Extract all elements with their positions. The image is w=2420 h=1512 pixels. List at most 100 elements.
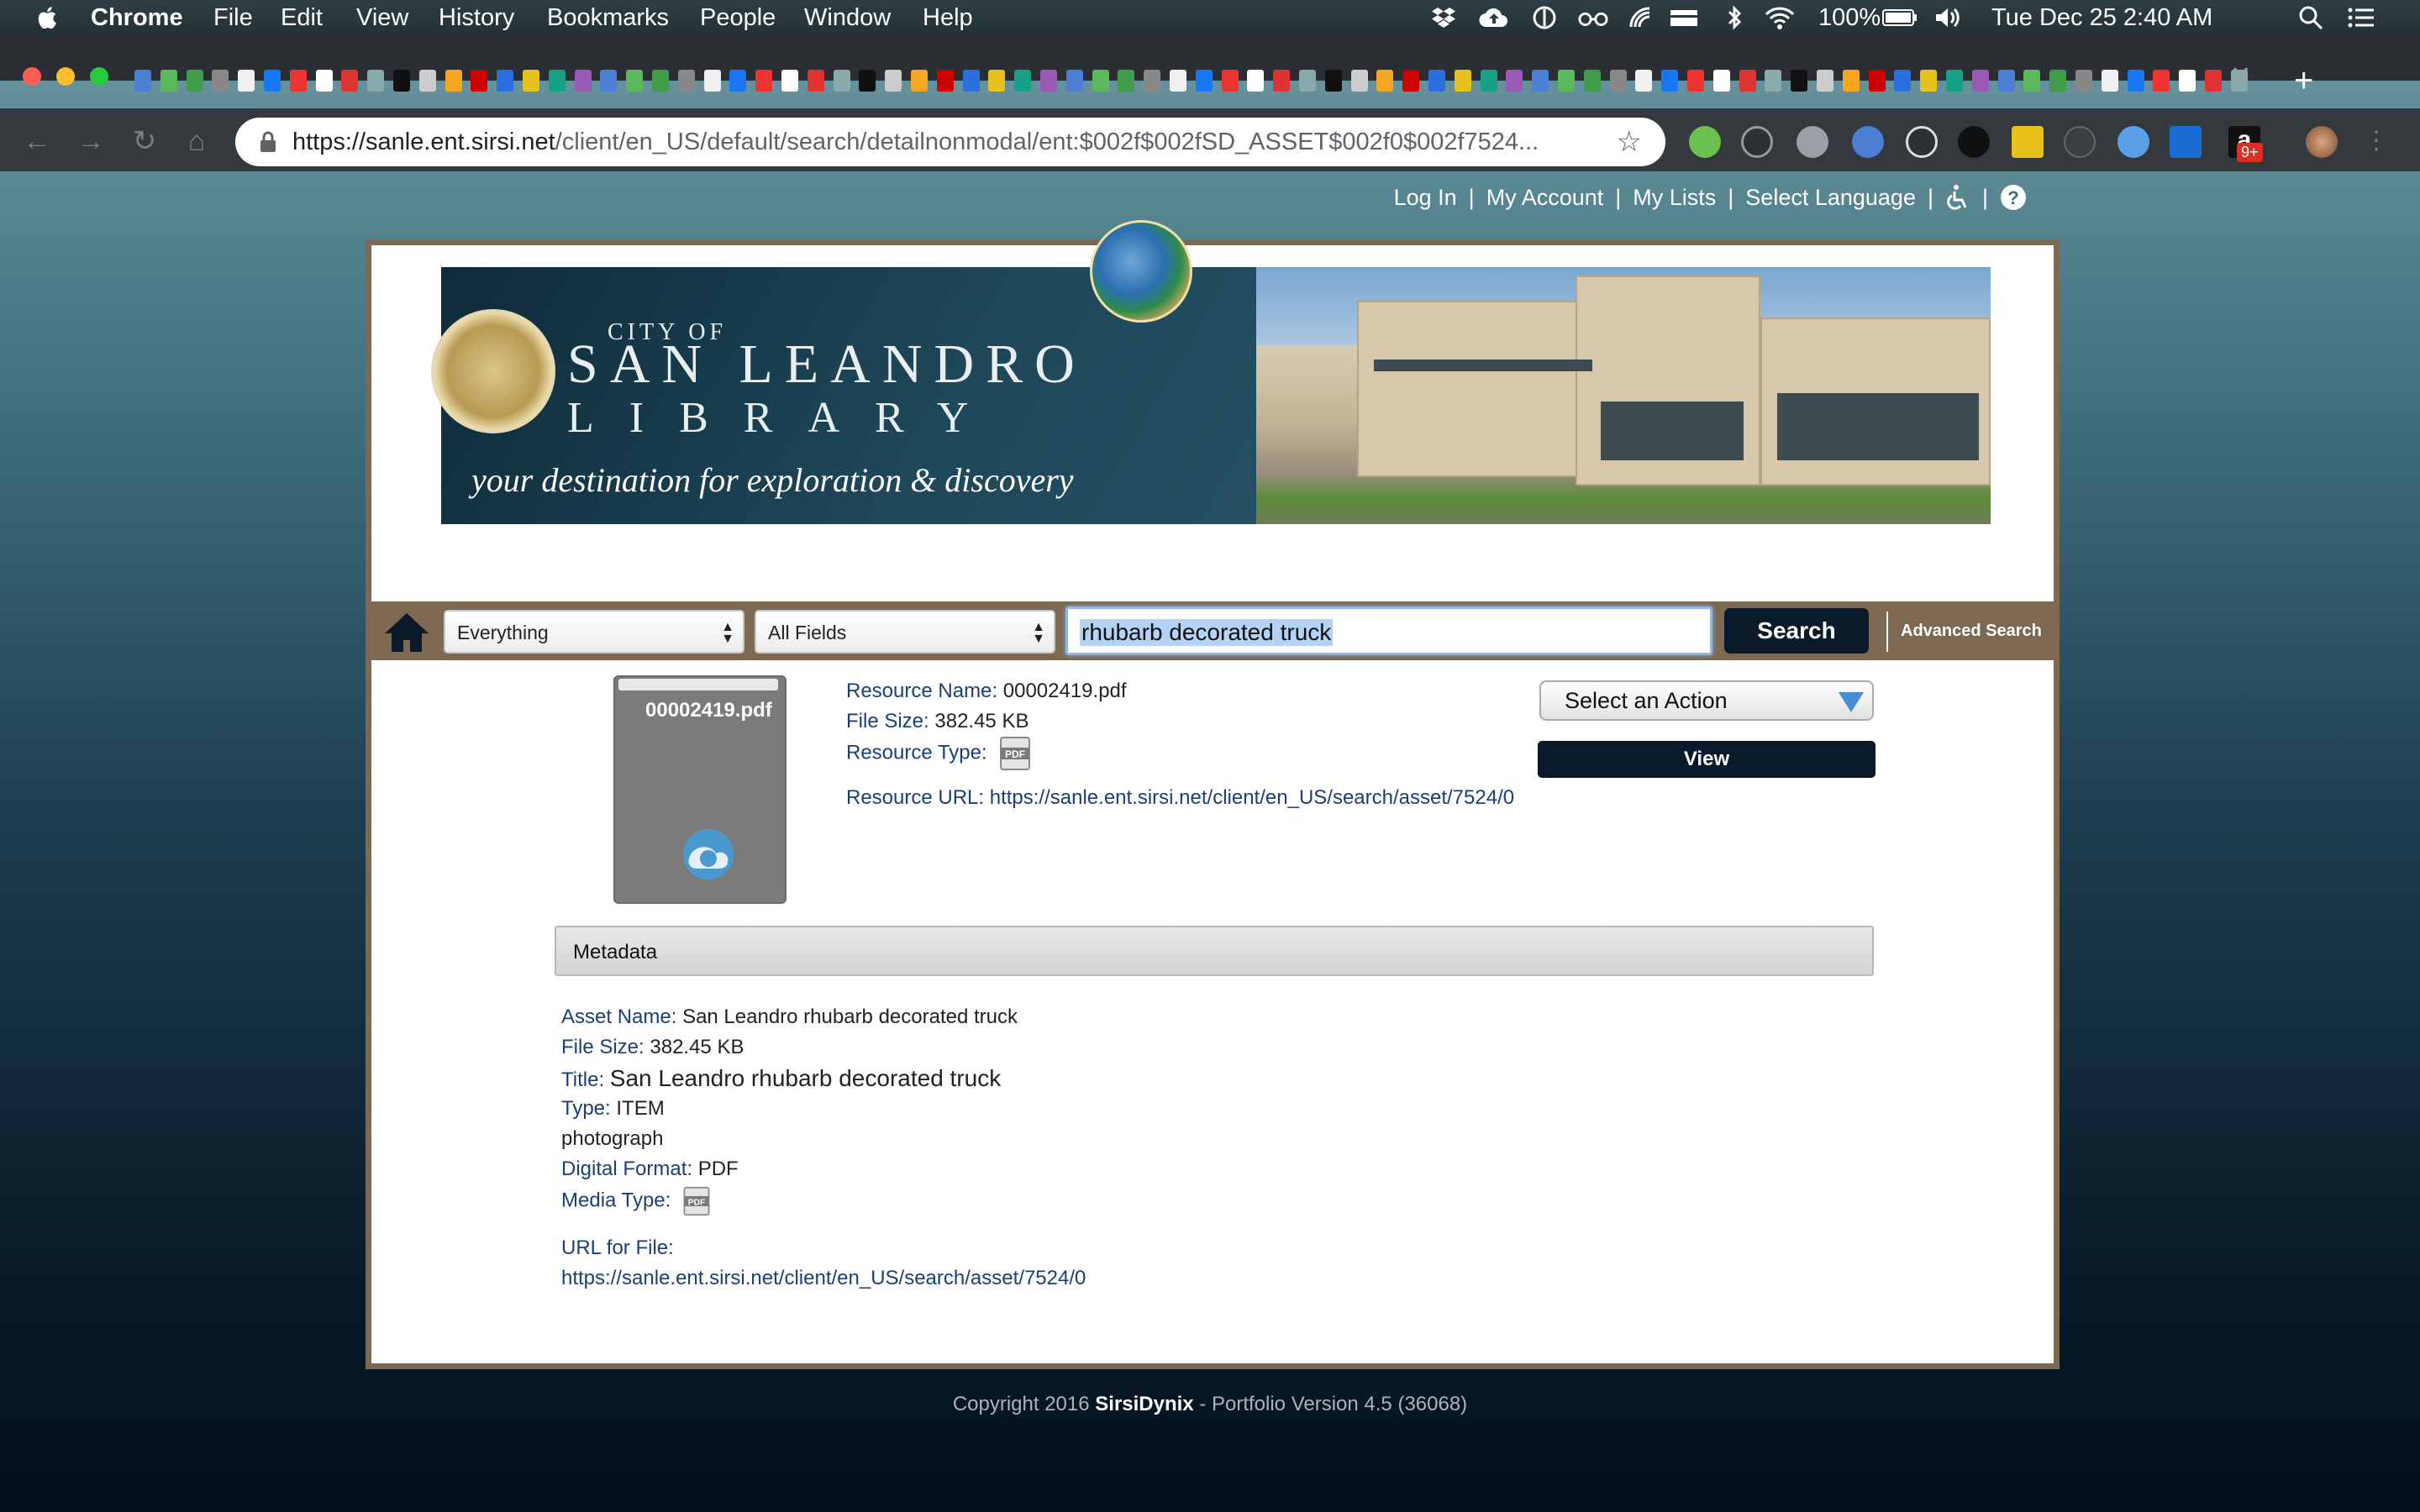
speed-extension-icon[interactable] (1906, 126, 1938, 158)
menu-history[interactable]: History (439, 4, 514, 32)
pinned-tab-favicon[interactable] (1946, 70, 1963, 92)
pinned-tab-favicon[interactable] (2153, 70, 2170, 92)
pinned-tab-favicon[interactable] (2179, 70, 2196, 92)
advanced-search-link[interactable]: Advanced Search (1901, 622, 2042, 641)
pinned-tab-favicon[interactable] (1065, 70, 1083, 92)
notification-center-icon[interactable] (2346, 5, 2376, 30)
pinned-tab-favicon[interactable] (1739, 70, 1756, 92)
pinned-tab-favicon[interactable] (264, 70, 281, 92)
accessibility-icon[interactable] (1945, 184, 1970, 211)
pinned-tab-favicon[interactable] (1920, 70, 1938, 92)
pinned-tab-favicon[interactable] (1997, 70, 2015, 92)
chrome-menu-icon[interactable]: ⋮ (2360, 124, 2393, 158)
volume-icon[interactable] (1933, 5, 1963, 30)
pinned-tab-favicon[interactable] (1428, 70, 1445, 92)
pinned-tab-favicon[interactable] (1868, 70, 1886, 92)
pinned-tab-favicon[interactable] (859, 70, 876, 92)
pinned-tab-favicon[interactable] (1817, 70, 1833, 92)
pinned-tab-favicon[interactable] (833, 70, 850, 92)
pinned-tab-favicon[interactable] (1506, 70, 1523, 92)
pinned-tab-favicon[interactable] (1583, 70, 1601, 92)
pinned-tab-favicon[interactable] (418, 70, 436, 92)
drive-icon[interactable] (1669, 5, 1699, 30)
menu-edit[interactable]: Edit (281, 4, 323, 32)
pinned-tab-favicon[interactable] (936, 70, 954, 92)
pinned-tab-favicon[interactable] (1014, 70, 1032, 92)
search-field-select[interactable]: All Fields ▲ ▼ (755, 610, 1055, 654)
pinned-tab-favicon[interactable] (652, 70, 669, 92)
pinned-tab-favicon[interactable] (2101, 70, 2118, 92)
new-tab-button[interactable]: + (2294, 64, 2313, 97)
pinned-tab-favicon[interactable] (2023, 70, 2041, 92)
pinned-tab-favicon[interactable] (1480, 70, 1497, 92)
pinned-tab-favicon[interactable] (677, 70, 695, 92)
pinned-tab-favicon[interactable] (885, 70, 902, 92)
sync-app-icon[interactable] (1529, 5, 1560, 30)
evernote-extension-icon[interactable] (1689, 126, 1721, 158)
minimize-window-button[interactable] (56, 67, 75, 86)
pinned-tab-favicon[interactable] (1791, 70, 1808, 92)
select-action-dropdown[interactable]: Select an Action (1539, 680, 1874, 721)
pinned-tab-favicon[interactable] (1247, 70, 1265, 92)
dropbox-icon[interactable] (1428, 5, 1459, 30)
pinned-tab-favicon[interactable] (1376, 70, 1394, 92)
url-for-file-link[interactable]: https://sanle.ent.sirsi.net/client/en_US… (561, 1267, 1086, 1290)
pinned-tab-favicon[interactable] (289, 70, 307, 92)
pinned-tab-favicon[interactable] (1454, 70, 1471, 92)
pinned-tab-favicon[interactable] (1558, 70, 1575, 92)
pinned-tab-favicon[interactable] (1195, 70, 1213, 92)
address-bar[interactable]: https://sanle.ent.sirsi.net/client/en_US… (235, 118, 1665, 166)
pinned-tab-favicon[interactable] (393, 70, 410, 92)
pinned-tab-favicon[interactable] (315, 70, 333, 92)
pinned-tab-favicon[interactable] (367, 70, 385, 92)
pinned-tab-favicon[interactable] (1350, 70, 1368, 92)
menu-help[interactable]: Help (923, 4, 973, 32)
pinned-tab-favicon[interactable] (911, 70, 928, 92)
pinned-tab-favicon[interactable] (1532, 70, 1549, 92)
pinned-tab-favicon[interactable] (497, 70, 514, 92)
menu-bookmarks[interactable]: Bookmarks (547, 4, 669, 32)
search-button[interactable]: Search (1724, 608, 1869, 654)
menu-people[interactable]: People (700, 4, 776, 32)
pinned-tab-favicon[interactable] (1092, 70, 1109, 92)
pinned-tab-favicon[interactable] (2049, 70, 2067, 92)
forward-icon[interactable]: → (74, 124, 108, 158)
bluetooth-icon[interactable] (1719, 5, 1749, 30)
pinned-tab-favicon[interactable] (1144, 70, 1161, 92)
pinned-tab-favicon[interactable] (1402, 70, 1420, 92)
back-icon[interactable]: ← (20, 124, 54, 158)
pinned-tab-favicon[interactable] (1712, 70, 1730, 92)
pinned-tab-favicon[interactable] (1971, 70, 1989, 92)
select-language-link[interactable]: Select Language (1745, 185, 1916, 211)
pinned-tab-favicon[interactable] (703, 70, 721, 92)
pinned-tab-favicon[interactable] (1765, 70, 1782, 92)
pinned-tab-favicon[interactable] (2075, 70, 2092, 92)
pinned-tab-favicon[interactable] (574, 70, 592, 92)
view-button[interactable]: View (1538, 741, 1876, 778)
pinned-tab-favicon[interactable] (548, 70, 566, 92)
zoom-window-button[interactable] (90, 67, 108, 86)
pinned-tab-favicon[interactable] (1635, 70, 1653, 92)
menu-window[interactable]: Window (804, 4, 891, 32)
arrow-extension-icon[interactable] (2170, 126, 2202, 158)
pinned-tab-favicon[interactable] (1661, 70, 1679, 92)
close-tab-icon[interactable]: ✕ (2230, 64, 2252, 89)
bookmark-extension-icon[interactable] (2012, 126, 2044, 158)
pinned-tab-favicon[interactable] (626, 70, 644, 92)
pinned-tab-favicon[interactable] (1609, 70, 1627, 92)
resource-thumbnail[interactable]: 00002419.pdf (613, 675, 786, 904)
pinned-tab-favicon[interactable] (2205, 70, 2222, 92)
pinned-tab-favicon[interactable] (781, 70, 798, 92)
radar-icon[interactable] (1625, 5, 1655, 30)
pinned-tab-favicon[interactable] (1299, 70, 1316, 92)
metadata-panel-header[interactable]: Metadata (555, 926, 1874, 976)
pinned-tab-favicon[interactable] (1118, 70, 1135, 92)
pinned-tab-favicon[interactable] (2127, 70, 2144, 92)
menu-view[interactable]: View (356, 4, 408, 32)
menubar-clock[interactable]: Tue Dec 25 2:40 AM (1991, 4, 2212, 32)
pinned-tab-favicon[interactable] (445, 70, 462, 92)
pinned-tab-favicon[interactable] (807, 70, 824, 92)
pinned-tab-favicon[interactable] (341, 70, 359, 92)
pinned-tab-favicon[interactable] (134, 70, 151, 92)
login-link[interactable]: Log In (1394, 185, 1457, 211)
